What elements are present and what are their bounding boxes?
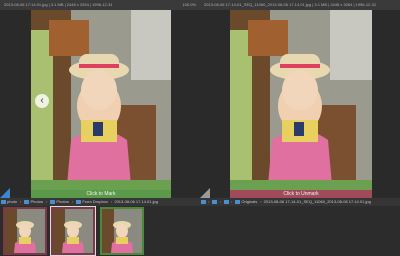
thumbnail-selected[interactable] <box>50 206 96 256</box>
breadcrumb-item[interactable]: Photos <box>56 198 68 206</box>
mark-button[interactable]: Click to Mark <box>31 190 171 198</box>
left-breadcrumb: photo › Photos › Photos › From Dropbox › 201… <box>0 198 200 206</box>
breadcrumb-file[interactable]: 2013-08-06 17.14.01.jpg <box>114 198 158 206</box>
folder-icon <box>24 199 30 204</box>
breadcrumb-item[interactable]: From Dropbox <box>82 198 108 206</box>
folder-icon <box>201 199 206 204</box>
right-image-pane[interactable]: 2013-08-06 17-14-01_SEQ_11060_2013-08-06… <box>200 0 400 198</box>
thumbnail-image <box>53 209 93 253</box>
folder-icon <box>223 199 229 204</box>
folder-icon <box>235 199 241 204</box>
thumbnail[interactable] <box>3 207 47 255</box>
thumbnail-image <box>5 209 45 253</box>
left-photo-image <box>31 10 171 190</box>
folder-icon <box>212 199 218 204</box>
right-photo[interactable]: Click to Unmark <box>230 10 372 198</box>
right-file-info: 2013-08-06 17-14-01_SEQ_11060_2013-08-06… <box>204 2 377 7</box>
folder-icon <box>50 199 56 204</box>
thumbnail[interactable] <box>100 207 144 255</box>
breadcrumb-item[interactable]: Originals <box>241 198 257 206</box>
right-status-bar: 2013-08-06 17-14-01_SEQ_11060_2013-08-06… <box>200 0 400 10</box>
chevron-left-icon[interactable]: ‹ <box>35 94 49 108</box>
unmark-button[interactable]: Click to Unmark <box>230 190 372 198</box>
left-file-info: 2013-08-06 17:14:01.jpg | 3.1 MB | 2448 … <box>4 2 113 7</box>
right-breadcrumb: › › › Originals › 2013-08-06 17-14-01_SEQ… <box>200 198 400 206</box>
left-image-pane[interactable]: 2013-08-06 17:14:01.jpg | 3.1 MB | 2448 … <box>0 0 200 198</box>
left-photo[interactable]: Click to Mark <box>31 10 171 198</box>
breadcrumb-file[interactable]: 2013-08-06 17-14-01_SEQ_11060_2013-08-06… <box>264 198 371 206</box>
right-photo-image <box>230 10 372 190</box>
breadcrumb-item[interactable]: photo <box>7 198 17 206</box>
filmstrip <box>0 206 400 256</box>
folder-icon <box>76 199 82 204</box>
selection-corner-icon <box>0 188 10 198</box>
thumbnail-image <box>102 209 142 253</box>
selection-corner-icon <box>200 188 210 198</box>
breadcrumb-item[interactable]: Photos <box>30 198 42 206</box>
left-status-bar: 2013-08-06 17:14:01.jpg | 3.1 MB | 2448 … <box>0 0 200 10</box>
folder-icon <box>1 199 6 204</box>
zoom-level: 100.0% <box>182 2 196 7</box>
